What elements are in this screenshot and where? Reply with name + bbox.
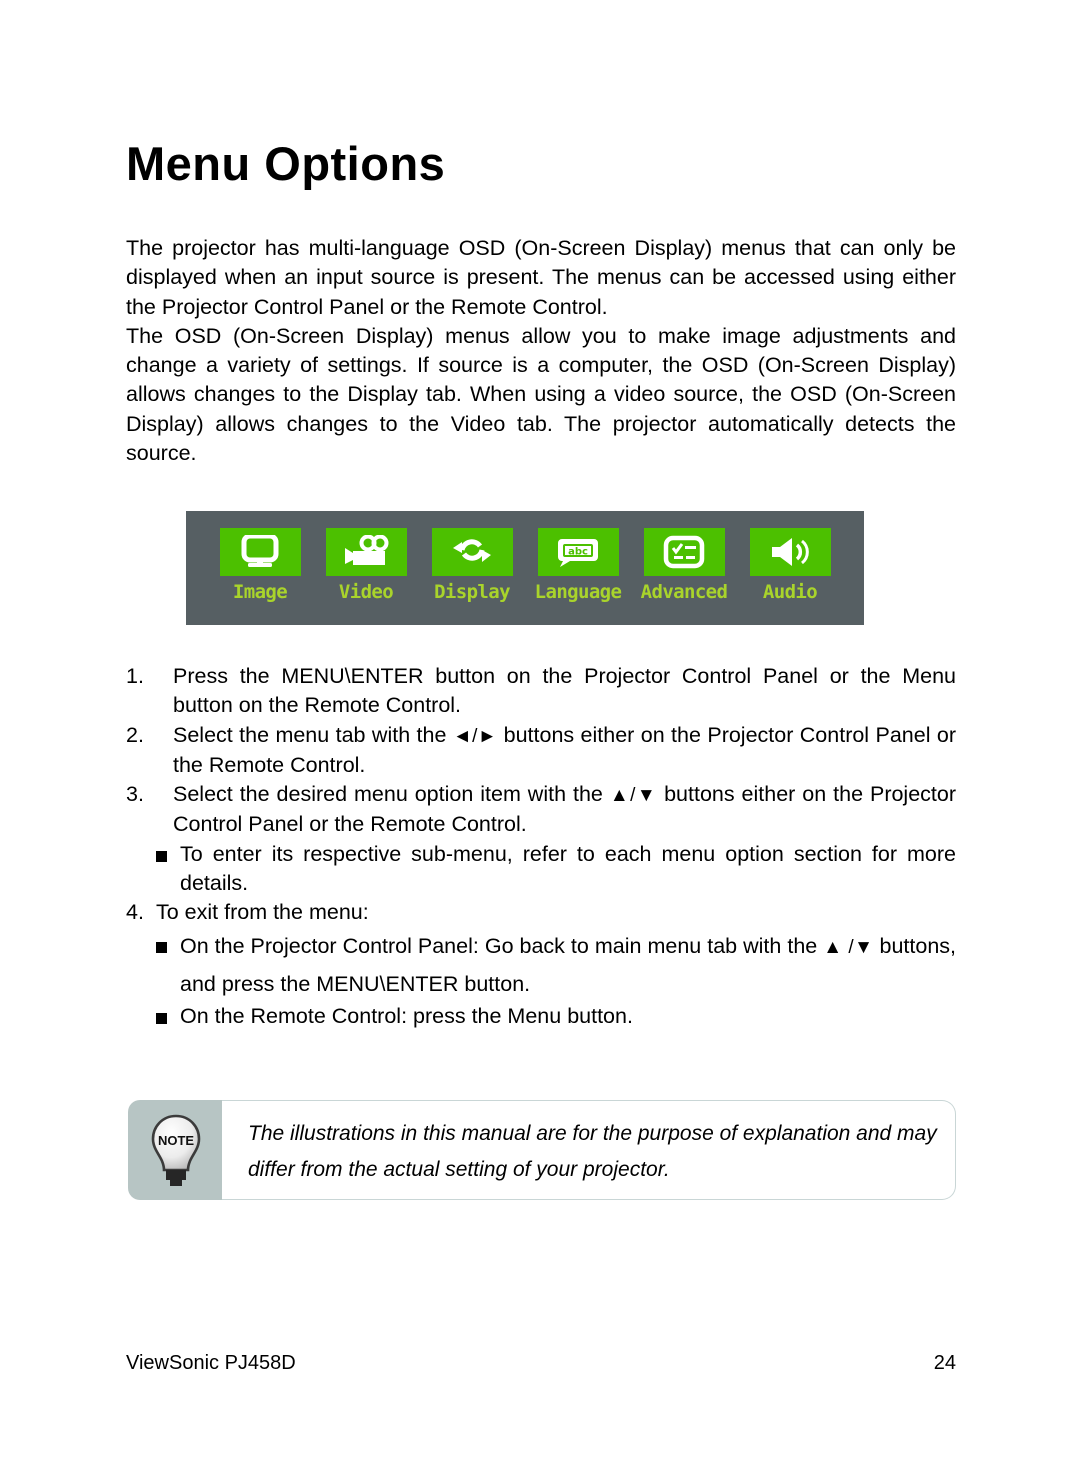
up-down-arrow-glyphs: ▲/▼ bbox=[609, 785, 658, 807]
footer-page-number: 24 bbox=[933, 1352, 956, 1374]
osd-tab-video: Video bbox=[314, 528, 418, 602]
step-text: To exit from the menu: bbox=[156, 900, 369, 925]
intro-paragraph-1: The projector has multi-language OSD (On… bbox=[126, 236, 956, 319]
osd-tab-label: Image bbox=[232, 581, 288, 603]
step-item: 3. Select the desired menu option item w… bbox=[126, 780, 956, 840]
sub-list-item: On the Remote Control: press the Menu bu… bbox=[156, 1002, 956, 1031]
note-line-1: The illustrations in this manual are for… bbox=[248, 1122, 937, 1145]
page-footer: ViewSonic PJ458D 24 bbox=[126, 1352, 956, 1375]
step-text-before: Select the desired menu option item with… bbox=[173, 782, 610, 807]
osd-tab-audio: Audio bbox=[738, 528, 842, 602]
left-right-arrow-glyphs: ◄/► bbox=[452, 725, 498, 747]
square-bullet-icon bbox=[156, 850, 167, 862]
checklist-screen-icon bbox=[643, 528, 725, 576]
step-item: 2. Select the menu tab with the ◄/► butt… bbox=[126, 721, 956, 781]
note-text: The illustrations in this manual are for… bbox=[248, 1116, 948, 1188]
sub-list-item: On the Projector Control Panel: Go back … bbox=[156, 928, 956, 1002]
sub-item-text-before: On the Projector Control Panel: Go back … bbox=[180, 933, 824, 958]
svg-text:abc: abc bbox=[568, 547, 588, 558]
instruction-steps: 1. Press the MENU\ENTER button on the Pr… bbox=[126, 662, 956, 1031]
sub-item-text: To enter its respective sub-menu, refer … bbox=[180, 841, 956, 896]
osd-tab-display: Display bbox=[420, 528, 524, 602]
square-bullet-icon bbox=[156, 1012, 167, 1024]
lightbulb-note-icon: NOTE bbox=[148, 1112, 204, 1193]
sub-list-item: To enter its respective sub-menu, refer … bbox=[156, 840, 956, 899]
sub-item-text: On the Remote Control: press the Menu bu… bbox=[180, 1003, 633, 1028]
footer-product-name: ViewSonic PJ458D bbox=[126, 1352, 296, 1374]
osd-tab-image: Image bbox=[208, 528, 312, 602]
step-text: Press the MENU\ENTER button on the Proje… bbox=[173, 664, 956, 718]
svg-text:NOTE: NOTE bbox=[158, 1133, 194, 1148]
osd-tab-label: Display bbox=[434, 581, 510, 603]
step-number: 4. bbox=[126, 900, 144, 925]
intro-paragraphs: The projector has multi-language OSD (On… bbox=[126, 234, 956, 468]
step-text-before: Select the menu tab with the bbox=[173, 722, 453, 747]
osd-tab-label: Language bbox=[534, 581, 622, 603]
osd-tab-label: Video bbox=[338, 581, 394, 603]
square-bullet-icon bbox=[156, 941, 167, 953]
note-callout: NOTE The illustrations in this manual ar… bbox=[128, 1100, 956, 1200]
osd-menu-bar-image: Image Video Display abc Language Advance… bbox=[186, 511, 864, 625]
document-page: Menu Options The projector has multi-lan… bbox=[0, 0, 1080, 1469]
osd-tab-advanced: Advanced bbox=[632, 528, 736, 602]
osd-tab-label: Advanced bbox=[640, 581, 728, 603]
step-number: 2. bbox=[126, 722, 144, 747]
osd-tab-label: Audio bbox=[762, 581, 818, 603]
step-item: 4. To exit from the menu: bbox=[126, 898, 956, 927]
note-line-2: differ from the actual setting of your p… bbox=[248, 1158, 670, 1181]
intro-paragraph-2: The OSD (On-Screen Display) menus allow … bbox=[126, 323, 956, 466]
monitor-icon bbox=[219, 528, 301, 576]
speaker-icon bbox=[749, 528, 831, 576]
page-title: Menu Options bbox=[126, 137, 446, 190]
up-down-arrow-glyphs: ▲ /▼ bbox=[823, 936, 874, 958]
step-number: 3. bbox=[126, 782, 144, 807]
step-number: 1. bbox=[126, 664, 144, 688]
osd-tab-language: abc Language bbox=[526, 528, 630, 602]
abc-speech-bubble-icon: abc bbox=[537, 528, 619, 576]
movie-camera-icon bbox=[325, 528, 407, 576]
step-item: 1. Press the MENU\ENTER button on the Pr… bbox=[126, 662, 956, 721]
refresh-arrows-icon bbox=[431, 528, 513, 576]
